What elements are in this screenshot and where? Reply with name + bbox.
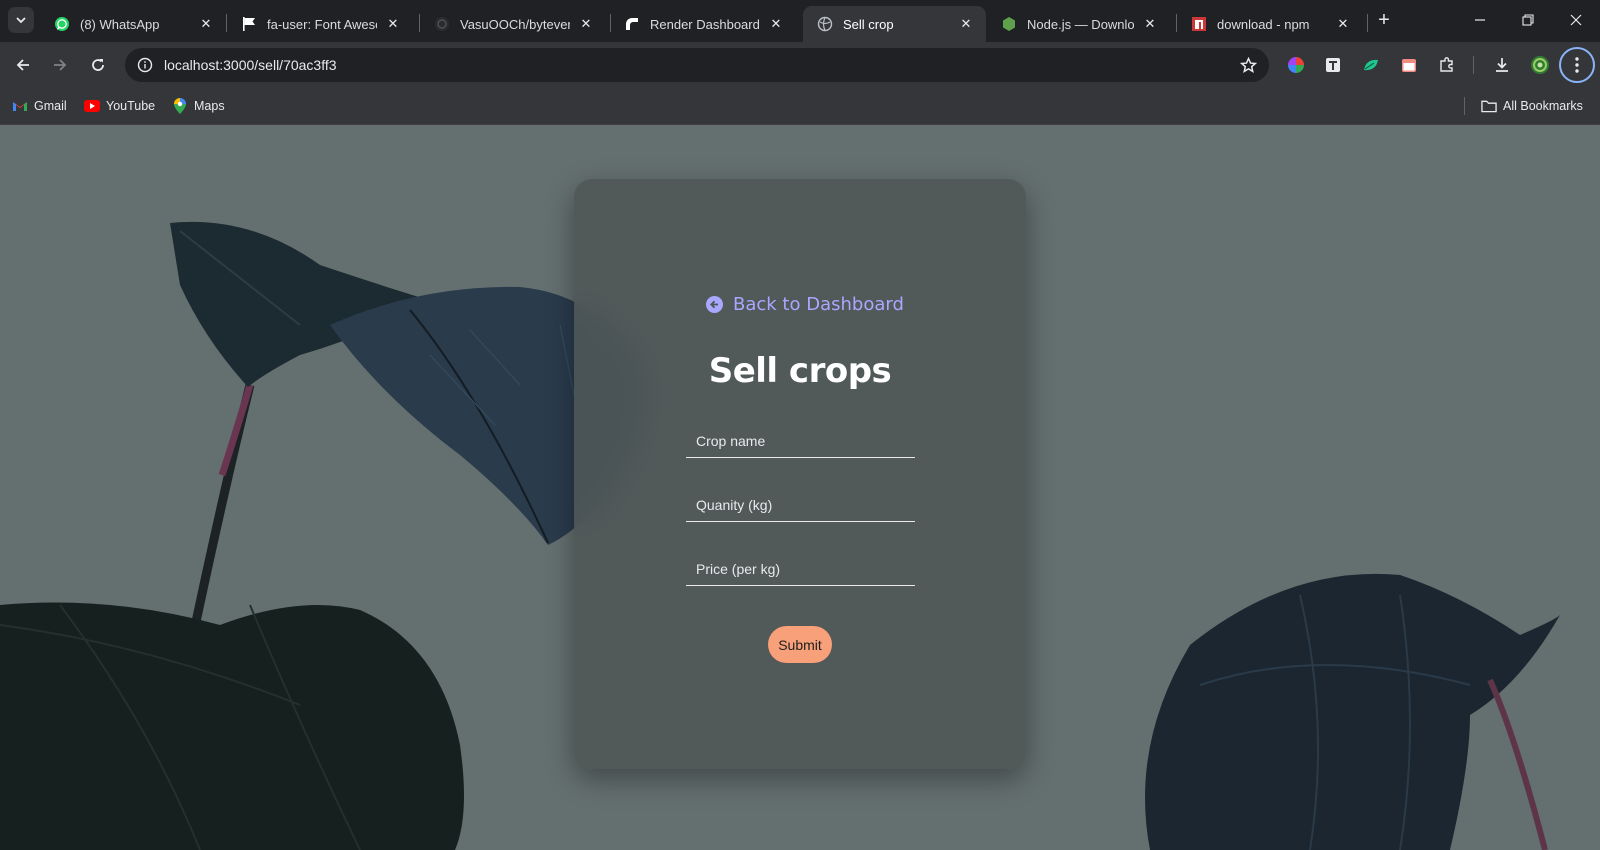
- reload-icon: [92, 59, 104, 71]
- tab-title: Node.js — Download: [1027, 16, 1134, 32]
- gmail-icon: [12, 98, 28, 114]
- back-button[interactable]: [9, 51, 37, 79]
- bookmark-label: Maps: [194, 99, 225, 113]
- bookmark-youtube[interactable]: YouTube: [84, 96, 155, 116]
- sell-crop-card: Back to Dashboard Sell crops Submit: [574, 179, 1026, 769]
- toolbar-divider: [1473, 56, 1474, 74]
- folder-icon: [1481, 98, 1497, 114]
- tab-sell-crop[interactable]: Sell crop ✕: [803, 6, 986, 42]
- restore-icon: [1522, 14, 1534, 26]
- tab-nodejs[interactable]: Node.js — Download ✕: [987, 6, 1170, 42]
- quantity-input[interactable]: [686, 488, 915, 522]
- all-bookmarks-label: All Bookmarks: [1503, 99, 1583, 113]
- arrow-right-icon: [54, 59, 67, 71]
- bookmark-gmail[interactable]: Gmail: [12, 96, 67, 116]
- chevron-down-icon: [16, 17, 26, 24]
- window-close-button[interactable]: [1556, 8, 1596, 32]
- new-tab-button[interactable]: +: [1372, 9, 1396, 33]
- arrow-left-icon: [16, 59, 29, 71]
- github-icon: [434, 16, 450, 32]
- all-bookmarks-button[interactable]: All Bookmarks: [1481, 96, 1583, 116]
- tab-strip: (8) WhatsApp ✕ fa-user: Font Awesome ✕ V…: [0, 0, 1600, 42]
- npm-icon: [1191, 16, 1207, 32]
- leaf-extension-icon[interactable]: [1360, 54, 1382, 76]
- close-icon[interactable]: ✕: [956, 14, 976, 34]
- tab-npm[interactable]: download - npm ✕: [1177, 6, 1363, 42]
- submit-button[interactable]: Submit: [768, 626, 832, 663]
- close-icon[interactable]: ✕: [576, 14, 596, 34]
- forward-button[interactable]: [46, 51, 74, 79]
- page-viewport: Back to Dashboard Sell crops Submit: [0, 125, 1600, 850]
- tab-title: download - npm: [1217, 16, 1310, 32]
- youtube-icon: [84, 98, 100, 114]
- bookmark-label: Gmail: [34, 99, 67, 113]
- bookmarks-divider: [1464, 97, 1465, 115]
- close-icon[interactable]: ✕: [1140, 14, 1160, 34]
- price-input[interactable]: [686, 552, 915, 586]
- close-icon[interactable]: ✕: [383, 14, 403, 34]
- nodejs-icon: [1001, 16, 1017, 32]
- maps-icon: [172, 98, 188, 114]
- star-icon[interactable]: [1237, 54, 1259, 76]
- tab-title: VasuOOCh/byteverse: [460, 16, 570, 32]
- globe-icon: [817, 16, 833, 32]
- tab-whatsapp[interactable]: (8) WhatsApp ✕: [40, 6, 226, 42]
- close-icon: [1570, 14, 1582, 26]
- close-icon[interactable]: ✕: [196, 14, 216, 34]
- arrow-left-circle-icon: [706, 296, 723, 313]
- close-icon[interactable]: ✕: [1333, 14, 1353, 34]
- tab-title: fa-user: Font Awesome: [267, 16, 377, 32]
- profile-avatar-icon[interactable]: [1529, 54, 1551, 76]
- minimize-button[interactable]: [1460, 8, 1500, 32]
- address-bar[interactable]: localhost:3000/sell/70ac3ff3: [125, 48, 1269, 82]
- calendar-extension-icon[interactable]: [1398, 54, 1420, 76]
- site-info-icon[interactable]: [133, 53, 157, 77]
- tab-title: Render Dashboard: [650, 16, 760, 32]
- browser-toolbar: localhost:3000/sell/70ac3ff3: [0, 42, 1600, 88]
- download-icon[interactable]: [1491, 54, 1513, 76]
- close-icon[interactable]: ✕: [766, 14, 786, 34]
- tab-title: (8) WhatsApp: [80, 16, 160, 32]
- tab-divider: [1367, 14, 1368, 32]
- page-title: Sell crops: [708, 351, 892, 391]
- bookmark-label: YouTube: [106, 99, 156, 113]
- color-picker-extension-icon[interactable]: [1285, 54, 1307, 76]
- address-url[interactable]: localhost:3000/sell/70ac3ff3: [164, 57, 337, 73]
- tab-render-dashboard[interactable]: Render Dashboard ✕: [610, 6, 796, 42]
- tab-search-button[interactable]: [8, 7, 34, 33]
- flag-icon: [241, 16, 257, 32]
- back-link-label: Back to Dashboard: [733, 294, 904, 315]
- bookmarks-bar: Gmail YouTube Maps All Bookmarks: [0, 88, 1600, 125]
- tab-title: Sell crop: [843, 16, 894, 32]
- bookmark-maps[interactable]: Maps: [172, 96, 225, 116]
- restore-button[interactable]: [1508, 8, 1548, 32]
- browser-menu-button[interactable]: [1559, 47, 1595, 83]
- render-icon: [624, 16, 640, 32]
- extensions-puzzle-icon[interactable]: [1436, 54, 1458, 76]
- crop-name-input[interactable]: [686, 424, 915, 458]
- back-to-dashboard-link[interactable]: Back to Dashboard: [706, 294, 904, 315]
- whatsapp-icon: [54, 16, 70, 32]
- reload-button[interactable]: [84, 51, 112, 79]
- tab-github[interactable]: VasuOOCh/byteverse ✕: [420, 6, 606, 42]
- text-extension-icon[interactable]: [1322, 54, 1344, 76]
- tab-font-awesome[interactable]: fa-user: Font Awesome ✕: [227, 6, 413, 42]
- minimize-icon: [1475, 19, 1485, 21]
- more-vertical-icon: [1575, 57, 1579, 73]
